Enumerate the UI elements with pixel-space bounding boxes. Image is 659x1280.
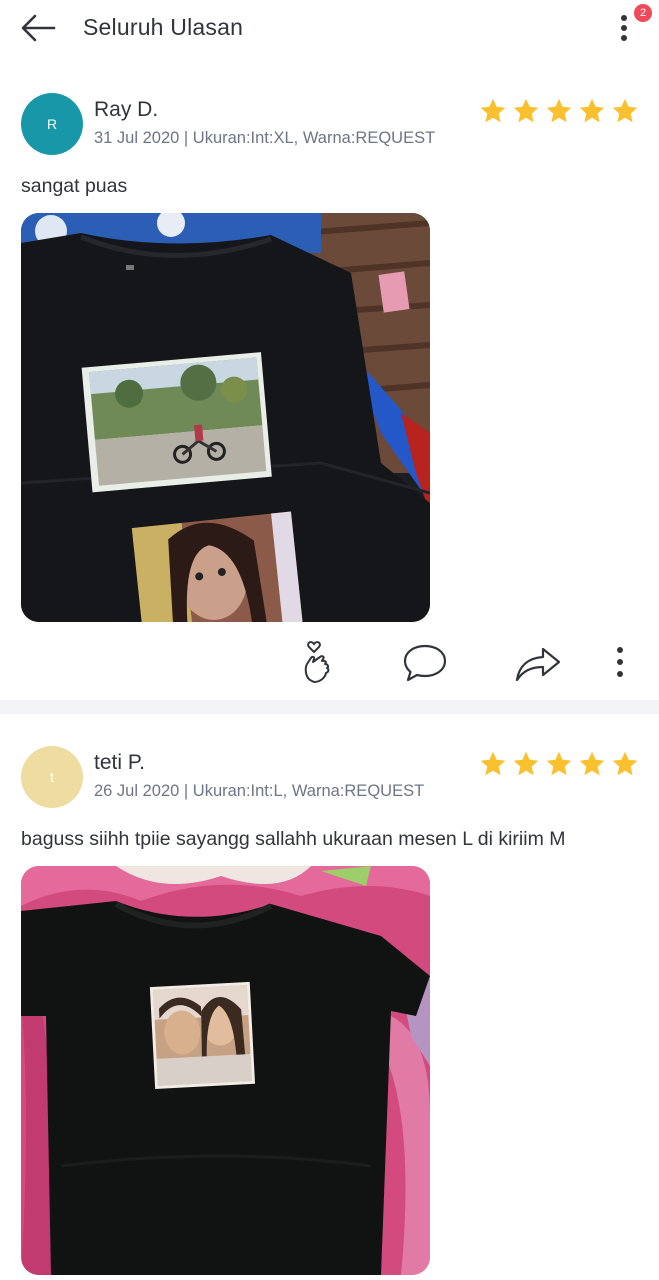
section-divider	[0, 700, 659, 714]
star-icon	[480, 751, 506, 776]
review-text: baguss siihh tpiie sayangg sallahh ukura…	[21, 828, 566, 850]
more-vertical-icon	[617, 647, 623, 677]
star-icon	[579, 98, 605, 123]
review-photo[interactable]	[21, 866, 430, 1275]
review-photo[interactable]	[21, 213, 430, 622]
star-icon	[579, 751, 605, 776]
back-button[interactable]	[20, 12, 56, 44]
star-icon	[546, 98, 572, 123]
arrow-left-icon	[21, 14, 56, 42]
star-rating	[479, 97, 639, 125]
more-menu-button[interactable]	[611, 10, 637, 46]
star-icon	[612, 751, 638, 776]
review-text: sangat puas	[21, 175, 128, 197]
review-actions	[0, 634, 659, 694]
star-icon	[546, 751, 572, 776]
reviewer-name: teti P.	[94, 751, 145, 774]
comment-button[interactable]	[401, 640, 449, 684]
notification-badge: 2	[634, 4, 652, 22]
star-rating	[479, 750, 639, 778]
reviewer-name: Ray D.	[94, 98, 159, 121]
star-icon	[513, 751, 539, 776]
review-meta: 31 Jul 2020 | Ukuran:Int:XL, Warna:REQUE…	[94, 129, 436, 147]
comment-bubble-icon	[403, 644, 447, 682]
avatar[interactable]: R	[21, 93, 83, 155]
page-title: Seluruh Ulasan	[83, 14, 244, 40]
helpful-button[interactable]	[298, 640, 338, 684]
app-header: Seluruh Ulasan 2	[0, 0, 659, 58]
finger-heart-icon	[304, 641, 330, 683]
more-vertical-icon	[621, 15, 627, 41]
star-icon	[612, 98, 638, 123]
review-more-button[interactable]	[608, 640, 632, 684]
avatar[interactable]: t	[21, 746, 83, 808]
star-icon	[480, 98, 506, 123]
share-button[interactable]	[513, 640, 563, 684]
review-meta: 26 Jul 2020 | Ukuran:Int:L, Warna:REQUES…	[94, 782, 425, 800]
share-arrow-icon	[515, 647, 561, 682]
star-icon	[513, 98, 539, 123]
